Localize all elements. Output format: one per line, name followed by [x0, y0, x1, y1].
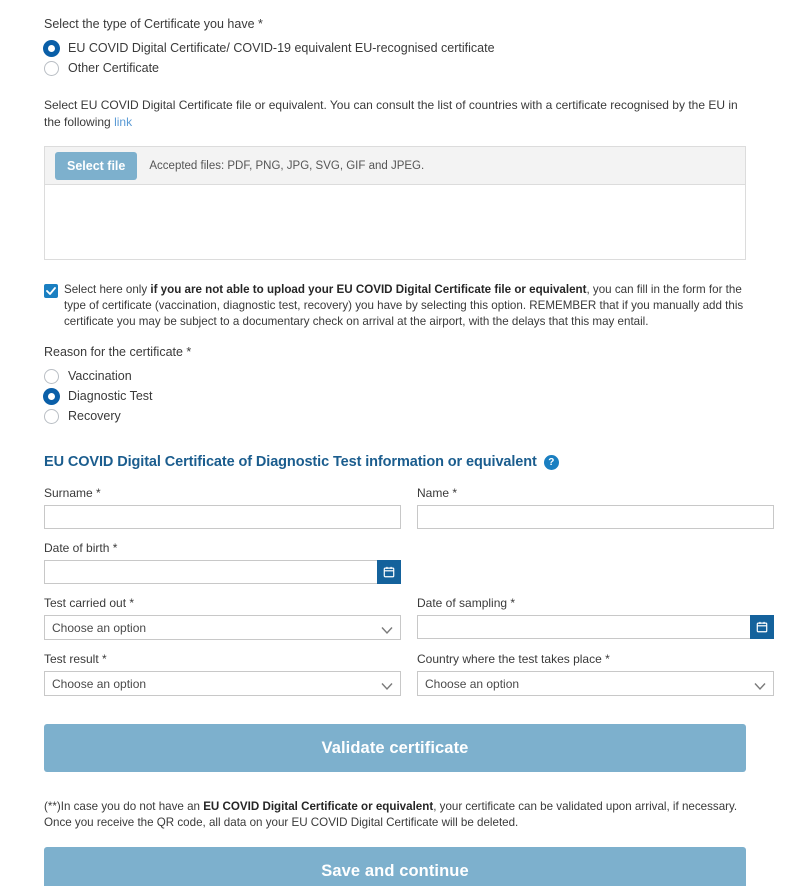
validate-button-wrap: Validate certificate — [44, 724, 746, 772]
radio-label: Vaccination — [68, 369, 132, 383]
date-of-birth-input-group — [44, 560, 401, 584]
countries-list-link[interactable]: link — [114, 115, 132, 129]
date-of-sampling-input[interactable] — [417, 615, 750, 639]
test-carried-out-label: Test carried out * — [44, 596, 135, 610]
radio-label: EU COVID Digital Certificate/ COVID-19 e… — [68, 41, 495, 55]
name-input[interactable] — [417, 505, 774, 529]
name-label: Name * — [417, 486, 458, 500]
validate-certificate-button[interactable]: Validate certificate — [44, 724, 746, 772]
field-date-of-birth: Date of birth * — [44, 541, 401, 584]
manual-entry-text-bold: if you are not able to upload your EU CO… — [150, 283, 587, 296]
manual-entry-text: Select here only if you are not able to … — [64, 282, 746, 330]
test-carried-out-select[interactable]: Choose an option — [44, 615, 401, 640]
certificate-form-page: Select the type of Certificate you have … — [0, 0, 790, 886]
footnote-part1: (**)In case you do not have an — [44, 800, 204, 813]
test-result-label: Test result * — [44, 652, 107, 666]
form-row-dob: Date of birth * — [44, 541, 746, 584]
save-and-continue-button[interactable]: Save and continue — [44, 847, 746, 886]
certificate-type-label: Select the type of Certificate you have … — [44, 17, 263, 31]
surname-label: Surname * — [44, 486, 101, 500]
radio-option-diagnostic-test[interactable]: Diagnostic Test — [44, 387, 746, 406]
date-of-sampling-label: Date of sampling * — [417, 596, 516, 610]
field-test-result: Test result * Choose an option — [44, 652, 401, 696]
radio-icon-selected[interactable] — [44, 41, 59, 56]
test-carried-out-select-wrap: Choose an option — [44, 615, 401, 640]
radio-label: Recovery — [68, 409, 121, 423]
reason-label: Reason for the certificate * — [44, 345, 192, 359]
calendar-icon[interactable] — [750, 615, 774, 639]
date-of-birth-input[interactable] — [44, 560, 377, 584]
reason-radio-group: Vaccination Diagnostic Test Recovery — [44, 367, 746, 426]
file-uploader: Select file Accepted files: PDF, PNG, JP… — [44, 146, 746, 260]
section-heading-row: EU COVID Digital Certificate of Diagnost… — [44, 454, 746, 470]
radio-label: Other Certificate — [68, 61, 160, 75]
field-name: Name * — [417, 486, 774, 529]
calendar-icon[interactable] — [377, 560, 401, 584]
field-country: Country where the test takes place * Cho… — [417, 652, 774, 696]
radio-option-eu-covid-certificate[interactable]: EU COVID Digital Certificate/ COVID-19 e… — [44, 39, 746, 58]
save-button-wrap: Save and continue — [44, 847, 746, 886]
test-result-select-wrap: Choose an option — [44, 671, 401, 696]
radio-icon-unselected[interactable] — [44, 369, 59, 384]
upload-instruction-text: Select EU COVID Digital Certificate file… — [44, 98, 738, 129]
checkbox-icon-checked[interactable] — [44, 284, 58, 298]
upload-instruction: Select EU COVID Digital Certificate file… — [44, 79, 746, 131]
form-row-result-country: Test result * Choose an option Country w… — [44, 652, 774, 696]
country-select[interactable]: Choose an option — [417, 671, 774, 696]
radio-icon-unselected[interactable] — [44, 61, 59, 76]
section-heading-text: EU COVID Digital Certificate of Diagnost… — [44, 454, 537, 470]
manual-entry-checkbox-block[interactable]: Select here only if you are not able to … — [44, 282, 746, 330]
surname-input[interactable] — [44, 505, 401, 529]
country-select-wrap: Choose an option — [417, 671, 774, 696]
footnote-bold: EU COVID Digital Certificate or equivale… — [203, 800, 434, 813]
radio-option-other-certificate[interactable]: Other Certificate — [44, 59, 746, 78]
test-result-select[interactable]: Choose an option — [44, 671, 401, 696]
field-date-of-sampling: Date of sampling * — [417, 596, 774, 640]
radio-option-vaccination[interactable]: Vaccination — [44, 367, 746, 386]
country-label: Country where the test takes place * — [417, 652, 610, 666]
file-dropzone[interactable] — [45, 185, 745, 259]
radio-icon-selected[interactable] — [44, 389, 59, 404]
radio-option-recovery[interactable]: Recovery — [44, 407, 746, 426]
help-icon[interactable]: ? — [543, 454, 559, 470]
select-file-button[interactable]: Select file — [55, 151, 138, 180]
radio-label: Diagnostic Test — [68, 389, 153, 403]
certificate-form: Surname * Name * Date of birth * Test ca… — [44, 486, 774, 696]
radio-icon-unselected[interactable] — [44, 409, 59, 424]
certificate-type-radio-group: EU COVID Digital Certificate/ COVID-19 e… — [44, 39, 746, 78]
date-of-birth-label: Date of birth * — [44, 541, 118, 555]
field-test-carried-out: Test carried out * Choose an option — [44, 596, 401, 640]
form-row-test-sampling: Test carried out * Choose an option Date… — [44, 596, 774, 640]
footnote-text: (**)In case you do not have an EU COVID … — [44, 772, 746, 831]
form-row-name: Surname * Name * — [44, 486, 774, 529]
manual-entry-text-part1: Select here only — [64, 283, 151, 296]
date-of-sampling-input-group — [417, 615, 774, 639]
uploader-toolbar: Select file Accepted files: PDF, PNG, JP… — [45, 147, 745, 185]
field-surname: Surname * — [44, 486, 401, 529]
form-row-dob-spacer — [417, 541, 774, 584]
accepted-files-text: Accepted files: PDF, PNG, JPG, SVG, GIF … — [149, 159, 425, 172]
